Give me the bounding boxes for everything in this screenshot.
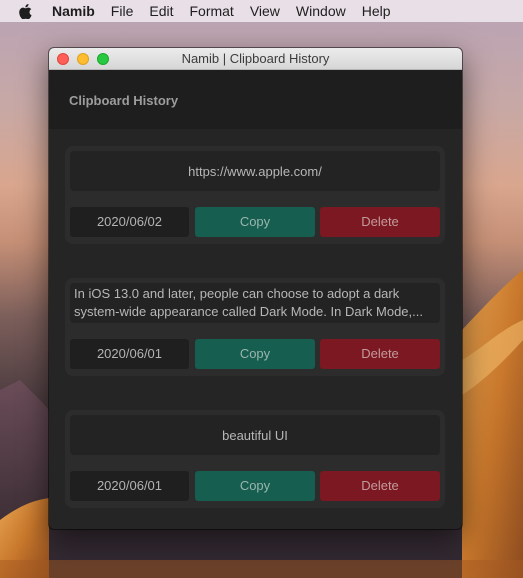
menu-help[interactable]: Help <box>354 0 399 22</box>
window-title: Namib | Clipboard History <box>181 51 330 66</box>
menu-edit[interactable]: Edit <box>141 0 181 22</box>
clipboard-entry: https://www.apple.com/ 2020/06/02 Copy D… <box>65 146 445 244</box>
menu-bar: Namib File Edit Format View Window Help <box>0 0 523 22</box>
entry-text-label: In iOS 13.0 and later, people can choose… <box>74 286 423 319</box>
delete-button[interactable]: Delete <box>320 207 440 237</box>
entry-text[interactable]: https://www.apple.com/ <box>70 151 440 191</box>
copy-button[interactable]: Copy <box>195 339 315 369</box>
page-title: Clipboard History <box>69 93 179 108</box>
apple-icon[interactable] <box>10 3 40 19</box>
app-window: Namib | Clipboard History Clipboard Hist… <box>49 48 462 529</box>
page-header: Clipboard History <box>49 70 462 129</box>
delete-button[interactable]: Delete <box>320 339 440 369</box>
menu-file[interactable]: File <box>103 0 142 22</box>
entry-date: 2020/06/02 <box>70 207 189 237</box>
clipboard-entry: In iOS 13.0 and later, people can choose… <box>65 278 445 376</box>
delete-button[interactable]: Delete <box>320 471 440 501</box>
menu-view[interactable]: View <box>242 0 288 22</box>
entry-text[interactable]: In iOS 13.0 and later, people can choose… <box>70 283 440 323</box>
entry-date: 2020/06/01 <box>70 339 189 369</box>
entry-date: 2020/06/01 <box>70 471 189 501</box>
title-bar[interactable]: Namib | Clipboard History <box>49 48 462 70</box>
menu-format[interactable]: Format <box>181 0 241 22</box>
clipboard-entry: beautiful UI 2020/06/01 Copy Delete <box>65 410 445 508</box>
copy-button[interactable]: Copy <box>195 207 315 237</box>
entry-text-label: beautiful UI <box>222 427 288 443</box>
menu-app-name[interactable]: Namib <box>44 0 103 22</box>
copy-button[interactable]: Copy <box>195 471 315 501</box>
entry-text[interactable]: beautiful UI <box>70 415 440 455</box>
menu-window[interactable]: Window <box>288 0 354 22</box>
entry-text-label: https://www.apple.com/ <box>188 163 322 179</box>
